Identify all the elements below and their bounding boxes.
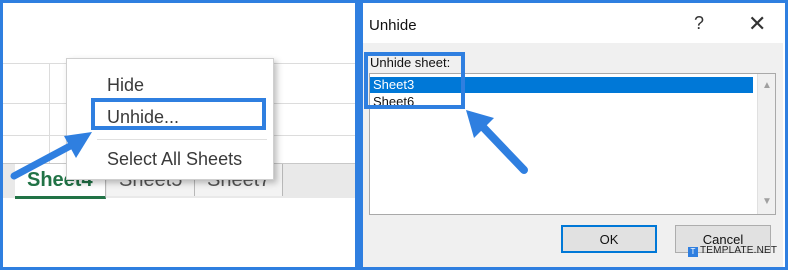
annotation-arrows — [10, 110, 528, 180]
arrow-to-sheet-list-icon — [466, 110, 528, 174]
arrow-to-unhide-icon — [10, 132, 92, 180]
